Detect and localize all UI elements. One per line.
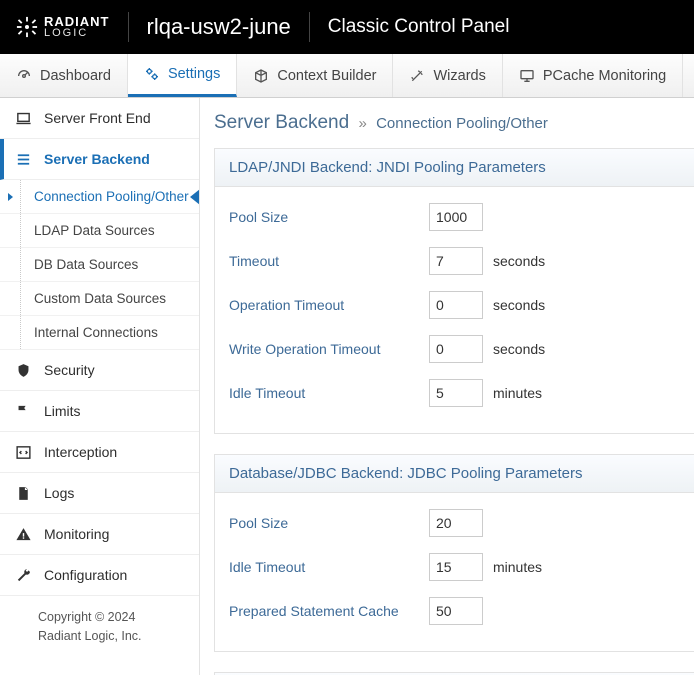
sidebar-label: Internal Connections [34, 325, 158, 340]
input-jdbc-idle[interactable] [429, 553, 483, 581]
sidebar-label: Connection Pooling/Other [34, 189, 189, 204]
tab-pcache[interactable]: PCache Monitoring [503, 54, 683, 97]
caret-right-icon [8, 193, 13, 201]
tab-label: Wizards [433, 68, 485, 84]
unit-seconds: seconds [493, 297, 545, 313]
sidebar-item-monitoring[interactable]: Monitoring [0, 514, 199, 555]
document-icon [14, 484, 32, 502]
sidebar-item-limits[interactable]: Limits [0, 391, 199, 432]
label-op-timeout: Operation Timeout [229, 297, 429, 313]
sidebar-item-backend[interactable]: Server Backend [0, 139, 199, 180]
sidebar-item-configuration[interactable]: Configuration [0, 555, 199, 596]
panel-title-jdbc: Database/JDBC Backend: JDBC Pooling Para… [215, 455, 694, 493]
sidebar-label: Custom Data Sources [34, 291, 166, 306]
label-pool-size: Pool Size [229, 209, 429, 225]
tab-context-builder[interactable]: Context Builder [237, 54, 393, 97]
topbar: RADIANT LOGIC rlqa-usw2-june Classic Con… [0, 0, 694, 54]
sidebar-label: Security [44, 362, 95, 378]
monitor-icon [519, 68, 535, 84]
panel-jdbc: Database/JDBC Backend: JDBC Pooling Para… [214, 454, 694, 652]
sidebar-label: Server Backend [44, 151, 150, 167]
tab-r-partial[interactable]: R [683, 54, 694, 97]
panel-title-jndi: LDAP/JNDI Backend: JNDI Pooling Paramete… [215, 149, 694, 187]
input-jndi-idle-timeout[interactable] [429, 379, 483, 407]
panel-title: Classic Control Panel [310, 16, 510, 38]
label-wop-timeout: Write Operation Timeout [229, 341, 429, 357]
breadcrumb: Server Backend » Connection Pooling/Othe… [214, 112, 694, 134]
sidebar-sub-custom[interactable]: Custom Data Sources [0, 282, 199, 316]
input-jndi-pool-size[interactable] [429, 203, 483, 231]
input-jdbc-pool-size[interactable] [429, 509, 483, 537]
list-icon [14, 150, 32, 168]
brand-bottom: LOGIC [44, 28, 110, 39]
sidebar-sub-connection-pooling[interactable]: Connection Pooling/Other [0, 180, 199, 214]
copyright: Copyright © 2024 Radiant Logic, Inc. [0, 596, 199, 658]
gears-icon [144, 66, 160, 82]
sidebar-label: DB Data Sources [34, 257, 138, 272]
breadcrumb-main: Server Backend [214, 112, 349, 133]
tab-label: Dashboard [40, 68, 111, 84]
breadcrumb-sub: Connection Pooling/Other [376, 115, 548, 132]
sidebar-item-logs[interactable]: Logs [0, 473, 199, 514]
sidebar: Server Front End Server Backend Connecti… [0, 98, 200, 675]
panel-jndi: LDAP/JNDI Backend: JNDI Pooling Paramete… [214, 148, 694, 434]
label-timeout: Timeout [229, 253, 429, 269]
sidebar-label: Interception [44, 444, 117, 460]
label-ps-cache: Prepared Statement Cache [229, 603, 429, 619]
laptop-icon [14, 109, 32, 127]
sidebar-sub-internal[interactable]: Internal Connections [0, 316, 199, 350]
cube-icon [253, 68, 269, 84]
label-jdbc-idle: Idle Timeout [229, 559, 429, 575]
wrench-icon [14, 566, 32, 584]
code-icon [14, 443, 32, 461]
label-idle-timeout: Idle Timeout [229, 385, 429, 401]
copyright-line2: Radiant Logic, Inc. [38, 627, 185, 646]
tab-settings[interactable]: Settings [128, 54, 237, 97]
unit-minutes: minutes [493, 559, 542, 575]
sidebar-item-frontend[interactable]: Server Front End [0, 98, 199, 139]
copyright-line1: Copyright © 2024 [38, 608, 185, 627]
input-jndi-op-timeout[interactable] [429, 291, 483, 319]
brand-logo: RADIANT LOGIC [16, 15, 128, 39]
radiant-logo-icon [16, 16, 38, 38]
label-jdbc-pool-size: Pool Size [229, 515, 429, 531]
sidebar-sub-db[interactable]: DB Data Sources [0, 248, 199, 282]
tab-wizards[interactable]: Wizards [393, 54, 502, 97]
tenant-name: rlqa-usw2-june [128, 12, 310, 42]
gauge-icon [16, 68, 32, 84]
sidebar-label: LDAP Data Sources [34, 223, 155, 238]
content-area: Server Backend » Connection Pooling/Othe… [200, 98, 694, 675]
unit-seconds: seconds [493, 253, 545, 269]
tab-label: Settings [168, 66, 220, 82]
nav-tabs: Dashboard Settings Context Builder Wizar… [0, 54, 694, 98]
input-jndi-timeout[interactable] [429, 247, 483, 275]
shield-icon [14, 361, 32, 379]
sidebar-label: Limits [44, 403, 81, 419]
sidebar-item-security[interactable]: Security [0, 350, 199, 391]
sidebar-item-interception[interactable]: Interception [0, 432, 199, 473]
input-ps-cache[interactable] [429, 597, 483, 625]
tab-label: PCache Monitoring [543, 68, 666, 84]
warning-icon [14, 525, 32, 543]
flag-icon [14, 402, 32, 420]
sidebar-label: Logs [44, 485, 74, 501]
tab-dashboard[interactable]: Dashboard [0, 54, 128, 97]
unit-seconds: seconds [493, 341, 545, 357]
input-jndi-wop-timeout[interactable] [429, 335, 483, 363]
unit-minutes: minutes [493, 385, 542, 401]
breadcrumb-sep: » [358, 115, 366, 132]
sidebar-sub-ldap[interactable]: LDAP Data Sources [0, 214, 199, 248]
sidebar-label: Server Front End [44, 110, 151, 126]
wand-icon [409, 68, 425, 84]
sidebar-label: Monitoring [44, 526, 109, 542]
sidebar-label: Configuration [44, 567, 127, 583]
tab-label: Context Builder [277, 68, 376, 84]
